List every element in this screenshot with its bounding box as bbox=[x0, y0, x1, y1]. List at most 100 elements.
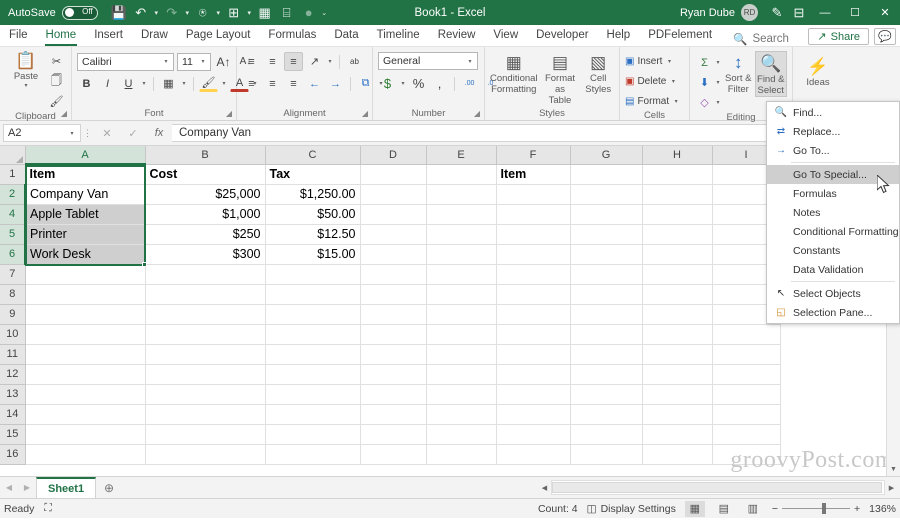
cell-h14[interactable] bbox=[642, 404, 713, 425]
fill-dropdown-icon[interactable]: ▾ bbox=[714, 79, 722, 86]
minimize-button[interactable]: — bbox=[810, 0, 840, 25]
alignment-dialog-launcher-icon[interactable]: ◢ bbox=[362, 108, 368, 120]
cell-a11[interactable] bbox=[25, 344, 146, 365]
menu-item-conditional-formatting[interactable]: Conditional Formatting bbox=[767, 222, 899, 241]
cell-g14[interactable] bbox=[570, 404, 643, 425]
cell-d14[interactable] bbox=[360, 404, 427, 425]
fill-icon[interactable]: ⬇ bbox=[695, 73, 714, 92]
column-header-f[interactable]: F bbox=[496, 146, 571, 165]
column-header-b[interactable]: B bbox=[145, 146, 266, 165]
cell-f4[interactable] bbox=[496, 204, 571, 225]
cell-i14[interactable] bbox=[712, 404, 781, 425]
customize-qat-icon[interactable]: ⌄ bbox=[320, 9, 329, 17]
cell-e6[interactable] bbox=[426, 244, 497, 265]
cell-c8[interactable] bbox=[265, 284, 361, 305]
row-header-14[interactable]: 14 bbox=[0, 404, 26, 425]
column-header-a[interactable]: A bbox=[25, 146, 146, 165]
cell-a10[interactable] bbox=[25, 324, 146, 345]
cancel-entry-icon[interactable]: ✕ bbox=[94, 124, 120, 142]
cell-f2[interactable] bbox=[496, 184, 571, 205]
cell-e7[interactable] bbox=[426, 264, 497, 285]
menu-item-find[interactable]: 🔍 Find... bbox=[767, 103, 899, 122]
cell-c13[interactable] bbox=[265, 384, 361, 405]
page-break-view-icon[interactable]: ▥ bbox=[743, 501, 763, 517]
scroll-right-arrow-icon[interactable]: ▶ bbox=[885, 480, 898, 495]
cell-g9[interactable] bbox=[570, 304, 643, 325]
format-cells-dropdown-icon[interactable]: ▾ bbox=[672, 98, 680, 105]
cell-g2[interactable] bbox=[570, 184, 643, 205]
row-header-11[interactable]: 11 bbox=[0, 344, 26, 365]
clear-icon[interactable]: ◇ bbox=[695, 93, 714, 112]
orientation-dropdown-icon[interactable]: ▾ bbox=[326, 58, 334, 65]
row-header-5[interactable]: 5 bbox=[0, 224, 26, 245]
cell-a4[interactable]: Apple Tablet bbox=[25, 204, 146, 225]
currency-icon[interactable]: $ bbox=[378, 74, 397, 93]
cell-b13[interactable] bbox=[145, 384, 266, 405]
cell-f13[interactable] bbox=[496, 384, 571, 405]
cell-f9[interactable] bbox=[496, 304, 571, 325]
sheet-tab-sheet1[interactable]: Sheet1 bbox=[36, 476, 97, 499]
cell-b5[interactable]: $250 bbox=[145, 224, 266, 245]
cell-g7[interactable] bbox=[570, 264, 643, 285]
comma-style-icon[interactable]: , bbox=[430, 74, 449, 93]
align-top-icon[interactable]: ≡ bbox=[242, 52, 261, 71]
cell-e8[interactable] bbox=[426, 284, 497, 305]
cell-a12[interactable] bbox=[25, 364, 146, 385]
cell-e9[interactable] bbox=[426, 304, 497, 325]
form-icon[interactable]: ⌸ bbox=[276, 2, 298, 24]
name-box[interactable]: A2 ▾ bbox=[3, 124, 81, 142]
cell-f15[interactable] bbox=[496, 424, 571, 445]
cell-f7[interactable] bbox=[496, 264, 571, 285]
cell-b9[interactable] bbox=[145, 304, 266, 325]
cell-g15[interactable] bbox=[570, 424, 643, 445]
row-header-15[interactable]: 15 bbox=[0, 424, 26, 445]
tab-home[interactable]: Home bbox=[37, 25, 86, 46]
undo-dropdown-icon[interactable]: ▾ bbox=[152, 9, 161, 17]
cell-d4[interactable] bbox=[360, 204, 427, 225]
cell-b11[interactable] bbox=[145, 344, 266, 365]
align-center-icon[interactable]: ≡ bbox=[263, 74, 282, 93]
cell-e13[interactable] bbox=[426, 384, 497, 405]
cell-i16[interactable] bbox=[712, 444, 781, 465]
cell-c10[interactable] bbox=[265, 324, 361, 345]
redo-dropdown-icon[interactable]: ▾ bbox=[183, 9, 192, 17]
cell-h2[interactable] bbox=[642, 184, 713, 205]
cell-e10[interactable] bbox=[426, 324, 497, 345]
cell-e12[interactable] bbox=[426, 364, 497, 385]
cell-e15[interactable] bbox=[426, 424, 497, 445]
zoom-in-button[interactable]: + bbox=[854, 503, 860, 515]
cell-d15[interactable] bbox=[360, 424, 427, 445]
horizontal-scroll-track[interactable] bbox=[551, 480, 885, 495]
cell-a6[interactable]: Work Desk bbox=[25, 244, 146, 265]
cell-a15[interactable] bbox=[25, 424, 146, 445]
accessibility-icon[interactable]: ⛶ bbox=[44, 502, 51, 515]
menu-item-replace[interactable]: ⇄ Replace... bbox=[767, 122, 899, 141]
cell-d2[interactable] bbox=[360, 184, 427, 205]
delete-cells-button[interactable]: ▣ Delete ▾ bbox=[625, 72, 677, 90]
cell-b7[interactable] bbox=[145, 264, 266, 285]
cell-h7[interactable] bbox=[642, 264, 713, 285]
cell-f5[interactable] bbox=[496, 224, 571, 245]
cell-i15[interactable] bbox=[712, 424, 781, 445]
clipboard-dialog-launcher-icon[interactable]: ◢ bbox=[61, 108, 67, 120]
display-settings-button[interactable]: ◫ Display Settings bbox=[587, 503, 676, 515]
row-header-2[interactable]: 2 bbox=[0, 184, 26, 205]
cell-e14[interactable] bbox=[426, 404, 497, 425]
touch-mode-dropdown-icon[interactable]: ▾ bbox=[214, 9, 223, 17]
column-header-e[interactable]: E bbox=[426, 146, 497, 165]
cell-d11[interactable] bbox=[360, 344, 427, 365]
cell-b14[interactable] bbox=[145, 404, 266, 425]
cell-i12[interactable] bbox=[712, 364, 781, 385]
cell-h10[interactable] bbox=[642, 324, 713, 345]
bold-button[interactable]: B bbox=[77, 74, 96, 93]
cell-h4[interactable] bbox=[642, 204, 713, 225]
close-button[interactable]: ✕ bbox=[870, 0, 900, 25]
currency-dropdown-icon[interactable]: ▾ bbox=[399, 80, 407, 87]
tab-insert[interactable]: Insert bbox=[85, 25, 132, 46]
cell-i11[interactable] bbox=[712, 344, 781, 365]
wrap-text-icon[interactable]: ab bbox=[345, 52, 364, 71]
table-icon[interactable]: ▦ bbox=[254, 2, 276, 24]
cell-e5[interactable] bbox=[426, 224, 497, 245]
column-header-c[interactable]: C bbox=[265, 146, 361, 165]
align-bottom-icon[interactable]: ≡ bbox=[284, 52, 303, 71]
